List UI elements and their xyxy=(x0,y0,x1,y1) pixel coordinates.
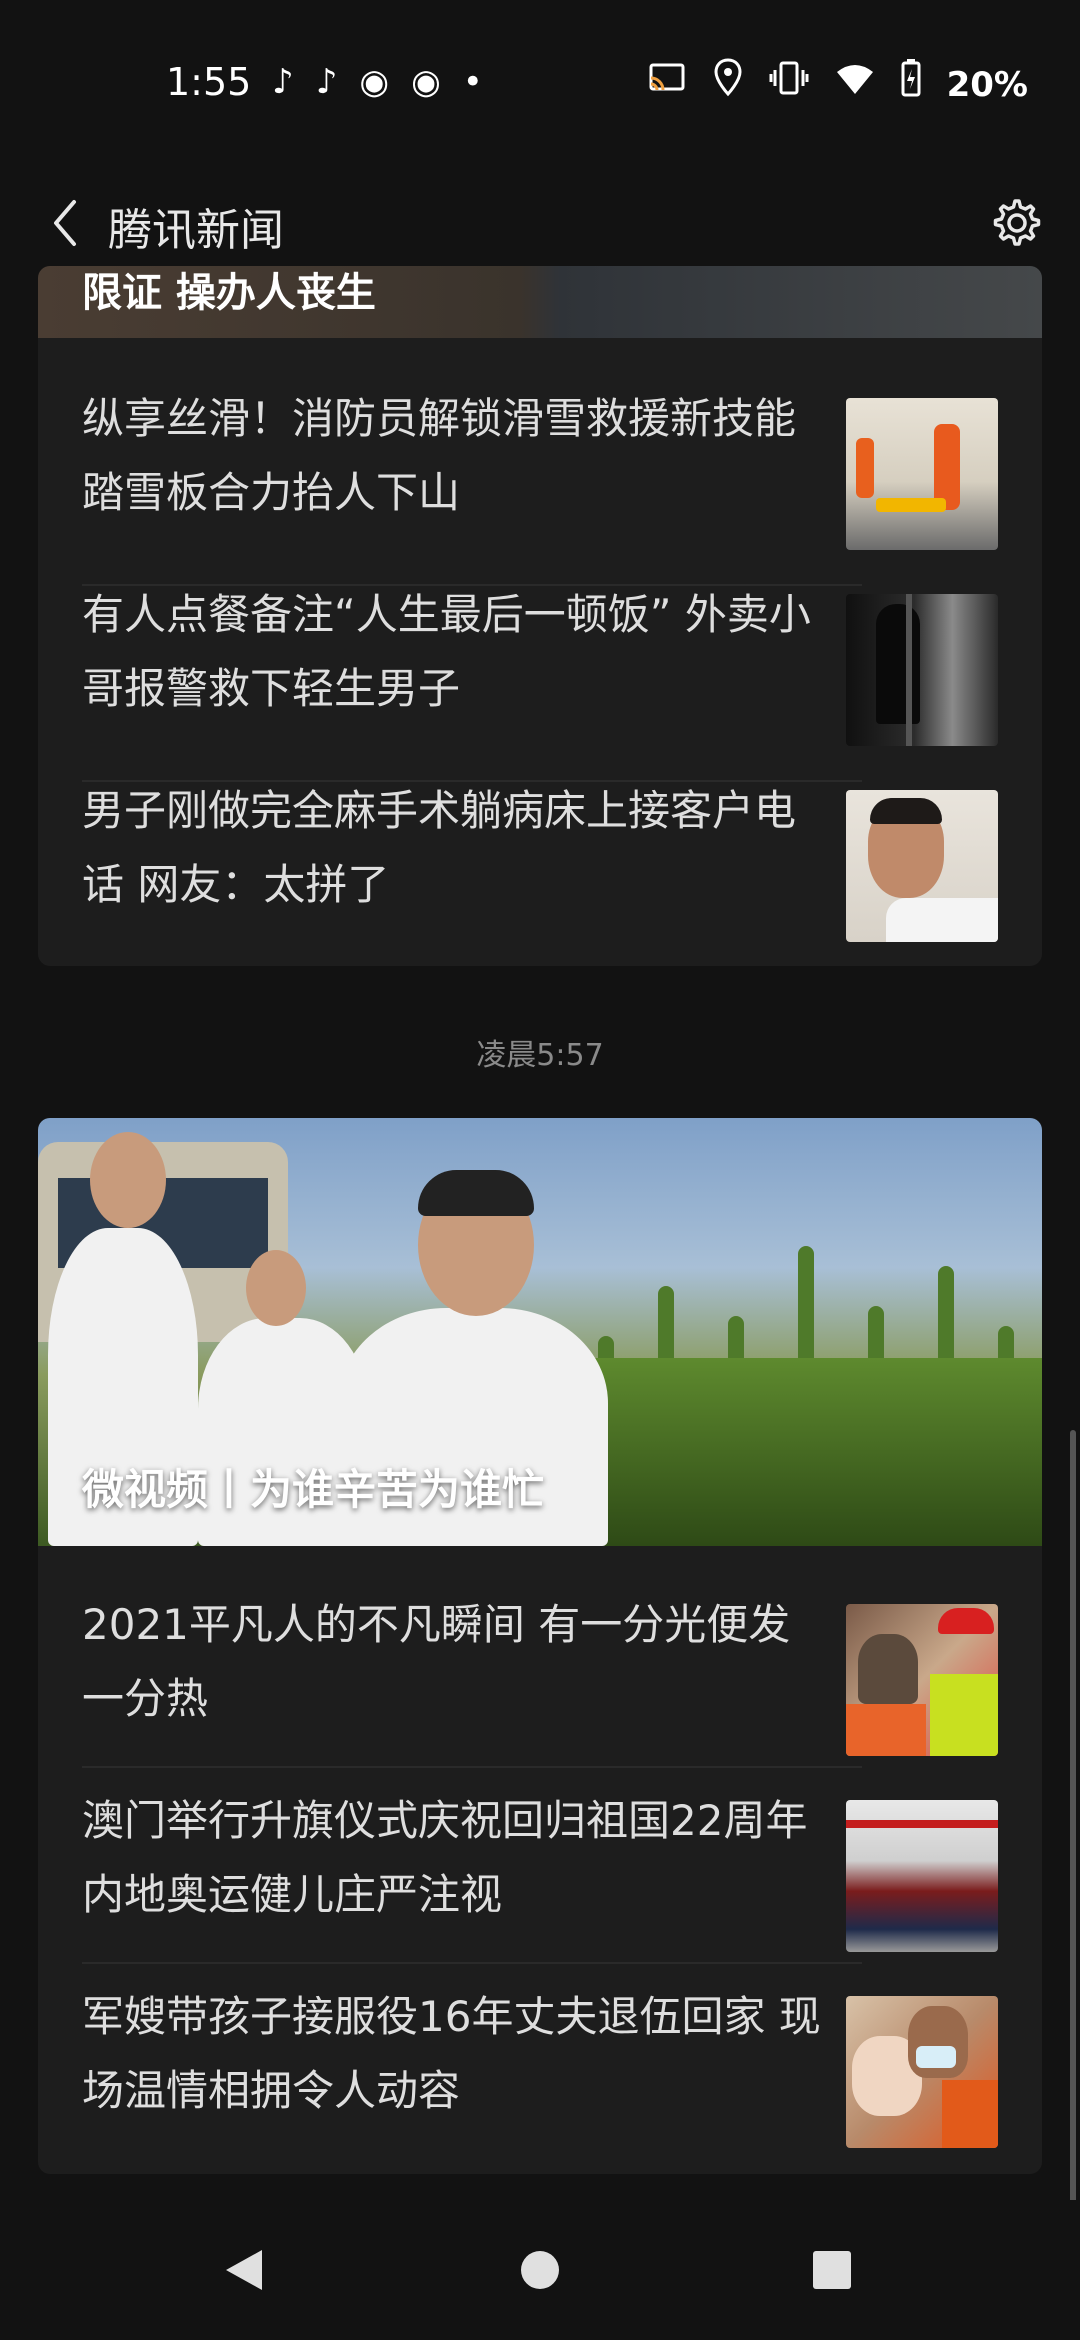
person-hair xyxy=(418,1170,534,1216)
square-recents-icon xyxy=(813,2251,851,2289)
hero-title: 微视频丨为谁辛苦为谁忙 xyxy=(82,1465,545,1514)
hero-title-partial: 限证 操办人丧生 xyxy=(82,270,376,316)
news-title: 纵享丝滑！消防员解锁滑雪救援新技能 踏雪板合力抬人下山 xyxy=(82,394,797,517)
nav-home-button[interactable] xyxy=(510,2240,570,2300)
hero-image-partial[interactable]: 限证 操办人丧生 xyxy=(38,266,1042,338)
news-card-bottom: 微视频丨为谁辛苦为谁忙 2021平凡人的不凡瞬间 有一分光便发一分热 澳门举行升… xyxy=(38,1118,1042,2174)
status-bar: 1:55 ♪ ♪ ◉ ◉ • 20% xyxy=(0,0,1080,168)
news-title: 2021平凡人的不凡瞬间 有一分光便发一分热 xyxy=(82,1600,791,1723)
app-bar: 腾讯新闻 xyxy=(0,168,1080,278)
tiktok-icon: ♪ xyxy=(315,62,338,102)
triangle-back-icon xyxy=(226,2250,262,2290)
news-title: 澳门举行升旗仪式庆祝回归祖国22周年 内地奥运健儿庄严注视 xyxy=(82,1796,808,1919)
dot-icon: • xyxy=(462,62,483,102)
corn-field xyxy=(558,1358,1042,1546)
scrollbar[interactable] xyxy=(1070,1430,1076,2210)
battery-icon xyxy=(901,59,921,110)
wifi-icon xyxy=(835,61,875,109)
news-thumbnail xyxy=(846,790,998,942)
back-button[interactable] xyxy=(30,188,100,258)
tiktok-icon: ♪ xyxy=(272,62,294,102)
gear-icon xyxy=(993,199,1041,246)
news-thumbnail xyxy=(846,1996,998,2148)
hero-image[interactable]: 微视频丨为谁辛苦为谁忙 xyxy=(38,1118,1042,1546)
news-thumbnail xyxy=(846,398,998,550)
news-item[interactable]: 军嫂带孩子接服役16年丈夫退伍回家 现场温情相拥令人动容 xyxy=(82,1980,998,2174)
person-head xyxy=(246,1250,306,1326)
weibo-icon: ◉ xyxy=(411,62,441,102)
news-title: 男子刚做完全麻手术躺病床上接客户电话 网友：太拼了 xyxy=(82,786,797,909)
notification-icons: ♪ ♪ ◉ ◉ • xyxy=(272,58,483,106)
system-icons: 20% xyxy=(647,58,1028,111)
nav-recents-button[interactable] xyxy=(802,2240,862,2300)
news-thumbnail xyxy=(846,594,998,746)
vibrate-icon xyxy=(769,60,809,109)
news-item[interactable]: 2021平凡人的不凡瞬间 有一分光便发一分热 xyxy=(82,1588,998,1784)
status-time: 1:55 xyxy=(166,60,252,104)
news-title: 有人点餐备注“人生最后一顿饭” 外卖小哥报警救下轻生男子 xyxy=(82,590,811,713)
divider xyxy=(82,1766,862,1768)
cast-icon xyxy=(647,61,687,109)
nav-back-button[interactable] xyxy=(214,2240,274,2300)
weibo-icon: ◉ xyxy=(359,62,390,102)
divider xyxy=(82,1962,862,1964)
news-item[interactable]: 男子刚做完全麻手术躺病床上接客户电话 网友：太拼了 xyxy=(82,774,998,966)
chevron-left-icon xyxy=(54,200,76,246)
news-item[interactable]: 有人点餐备注“人生最后一顿饭” 外卖小哥报警救下轻生男子 xyxy=(82,578,998,774)
news-thumbnail xyxy=(846,1800,998,1952)
news-item[interactable]: 澳门举行升旗仪式庆祝回归祖国22周年 内地奥运健儿庄严注视 xyxy=(82,1784,998,1980)
news-thumbnail xyxy=(846,1604,998,1756)
person-head xyxy=(90,1132,166,1228)
system-nav-bar xyxy=(0,2200,1080,2340)
page-title: 腾讯新闻 xyxy=(108,205,284,256)
news-card-top: 限证 操办人丧生 纵享丝滑！消防员解锁滑雪救援新技能 踏雪板合力抬人下山 有人点… xyxy=(38,266,1042,966)
feed-timestamp: 凌晨5:57 xyxy=(476,1038,604,1073)
news-item[interactable]: 纵享丝滑！消防员解锁滑雪救援新技能 踏雪板合力抬人下山 xyxy=(82,382,998,578)
circle-home-icon xyxy=(521,2251,559,2289)
location-icon xyxy=(713,58,743,111)
battery-percentage: 20% xyxy=(946,64,1028,105)
settings-button[interactable] xyxy=(980,188,1050,258)
news-title: 军嫂带孩子接服役16年丈夫退伍回家 现场温情相拥令人动容 xyxy=(82,1992,821,2115)
